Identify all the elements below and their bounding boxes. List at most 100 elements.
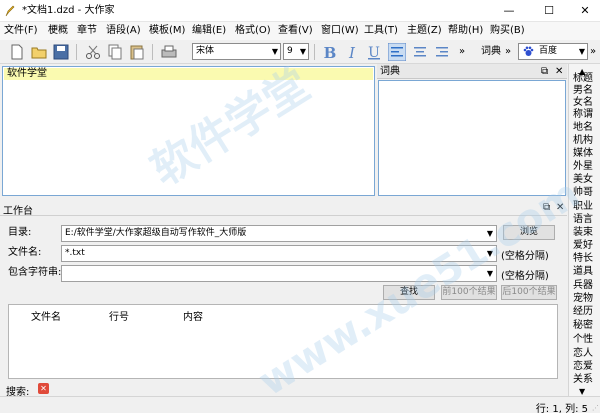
menu-paragraph[interactable]: 语段(A)	[106, 24, 141, 38]
svg-text:B: B	[324, 44, 337, 61]
category-item[interactable]: 外星	[573, 161, 593, 173]
toolbar-separator	[76, 44, 77, 60]
app-pen-icon	[5, 5, 15, 17]
directory-input[interactable]: E:/软件学堂/大作家超级自动写作软件_大师版 ▼	[61, 225, 497, 242]
browse-button[interactable]: 浏览	[503, 225, 555, 240]
category-item[interactable]: 标题	[573, 73, 593, 85]
workbench-header: 工作台 ⧉ ✕	[0, 200, 567, 217]
category-item[interactable]: 道具	[573, 266, 593, 278]
search-engine-value: 百度	[539, 46, 558, 56]
column-header-filename[interactable]: 文件名	[31, 308, 61, 323]
chevron-down-icon[interactable]: ▼	[487, 246, 493, 261]
underline-icon[interactable]: U	[365, 43, 383, 61]
filename-input[interactable]: *.txt ▼	[61, 245, 497, 262]
category-item[interactable]: 帅哥	[573, 187, 593, 199]
font-family-select[interactable]: 宋体 ▼	[192, 43, 281, 60]
search-button[interactable]: 查找	[383, 285, 435, 300]
search-engine-select[interactable]: 百度 ▼	[518, 43, 588, 60]
dictionary-content[interactable]	[378, 80, 566, 196]
toolbar-overflow-icon[interactable]: »	[459, 44, 465, 59]
category-item[interactable]: 装束	[573, 227, 593, 239]
next-100-button[interactable]: 后100个结果	[501, 285, 557, 300]
category-item[interactable]: 恋爱	[573, 361, 593, 373]
close-icon[interactable]: ✕	[556, 202, 564, 213]
resize-grip-icon[interactable]: ⋰	[592, 404, 599, 412]
toolbar-separator	[314, 44, 315, 60]
category-item[interactable]: 职业	[573, 201, 593, 213]
close-icon[interactable]: ✕	[38, 383, 49, 394]
chevron-down-icon[interactable]: ▼	[487, 266, 493, 281]
cursor-position: 行: 1, 列: 5	[535, 404, 588, 413]
save-icon[interactable]	[52, 43, 70, 61]
results-table[interactable]: 文件名 行号 内容	[8, 304, 558, 379]
menu-file[interactable]: 文件(F)	[4, 24, 38, 38]
menu-format[interactable]: 格式(O)	[235, 24, 271, 38]
dictionary-label[interactable]: 词典	[481, 44, 501, 59]
restore-icon[interactable]: ⧉	[543, 202, 550, 213]
close-button[interactable]: ✕	[570, 0, 600, 22]
category-item[interactable]: 经历	[573, 306, 593, 318]
menu-theme[interactable]: 主题(Z)	[407, 24, 442, 38]
chevron-down-icon[interactable]: ▼	[487, 226, 493, 241]
category-item[interactable]: 机构	[573, 135, 593, 147]
category-item[interactable]: 媒体	[573, 148, 593, 160]
category-item[interactable]: 关系	[573, 374, 593, 386]
italic-icon[interactable]: I	[343, 43, 361, 61]
toolbar: 宋体 ▼ 9 ▼ B I U » 词典 » 百度 ▼ »	[0, 40, 600, 64]
contains-input[interactable]: ▼	[61, 265, 497, 282]
filename-value: *.txt	[65, 248, 85, 258]
toolbar-overflow-icon[interactable]: »	[505, 44, 511, 59]
restore-icon[interactable]: ⧉	[541, 65, 548, 78]
align-center-icon[interactable]	[411, 43, 429, 61]
dictionary-panel-header: 词典 ⧉ ✕	[377, 64, 567, 79]
category-item[interactable]: 爱好	[573, 240, 593, 252]
category-item[interactable]: 兵器	[573, 280, 593, 292]
category-item[interactable]: 语言	[573, 214, 593, 226]
menu-window[interactable]: 窗口(W)	[321, 24, 359, 38]
column-header-line[interactable]: 行号	[109, 308, 129, 323]
bold-icon[interactable]: B	[321, 43, 339, 61]
contains-hint: (空格分隔)	[501, 271, 549, 282]
window-title: *文档1.dzd - 大作家	[22, 5, 115, 16]
align-left-icon[interactable]	[388, 43, 406, 61]
font-size-select[interactable]: 9 ▼	[283, 43, 309, 60]
new-file-icon[interactable]	[8, 43, 26, 61]
workbench-tabbar: 搜索: ✕	[0, 380, 567, 398]
close-icon[interactable]: ✕	[555, 65, 563, 78]
prev-100-button[interactable]: 前100个结果	[441, 285, 497, 300]
maximize-button[interactable]: ☐	[534, 0, 564, 22]
menu-tools[interactable]: 工具(T)	[364, 24, 398, 38]
align-right-icon[interactable]	[433, 43, 451, 61]
document-editor[interactable]: 软件学堂	[2, 66, 375, 196]
paste-icon[interactable]	[128, 43, 146, 61]
category-item[interactable]: 男名	[573, 85, 593, 97]
category-item[interactable]: 秘密	[573, 320, 593, 332]
category-item[interactable]: 女名	[573, 97, 593, 109]
baidu-paw-icon	[523, 46, 534, 56]
menu-help[interactable]: 帮助(H)	[448, 24, 483, 38]
cut-icon[interactable]	[84, 43, 102, 61]
menu-buy[interactable]: 购买(B)	[490, 24, 525, 38]
menu-template[interactable]: 模板(M)	[149, 24, 185, 38]
menu-chapter[interactable]: 章节	[77, 24, 97, 38]
category-item[interactable]: 称谓	[573, 109, 593, 121]
open-folder-icon[interactable]	[30, 43, 48, 61]
menu-outline[interactable]: 梗概	[48, 24, 68, 38]
copy-icon[interactable]	[106, 43, 124, 61]
category-item[interactable]: 个性	[573, 334, 593, 346]
category-item[interactable]: 地名	[573, 122, 593, 134]
chevron-down-icon: ▼	[578, 47, 585, 56]
minimize-button[interactable]: —	[494, 0, 524, 22]
column-header-content[interactable]: 内容	[183, 308, 203, 323]
toolbar-overflow-icon[interactable]: »	[590, 44, 596, 59]
print-icon[interactable]	[160, 43, 178, 61]
workbench-title: 工作台	[3, 206, 33, 217]
menu-edit[interactable]: 编辑(E)	[192, 24, 226, 38]
category-item[interactable]: 恋人	[573, 348, 593, 360]
filename-hint: (空格分隔)	[501, 251, 549, 262]
category-item[interactable]: 特长	[573, 253, 593, 265]
category-item[interactable]: 宠物	[573, 293, 593, 305]
category-item[interactable]: 美女	[573, 174, 593, 186]
menu-view[interactable]: 查看(V)	[278, 24, 313, 38]
directory-value: E:/软件学堂/大作家超级自动写作软件_大师版	[65, 228, 247, 238]
